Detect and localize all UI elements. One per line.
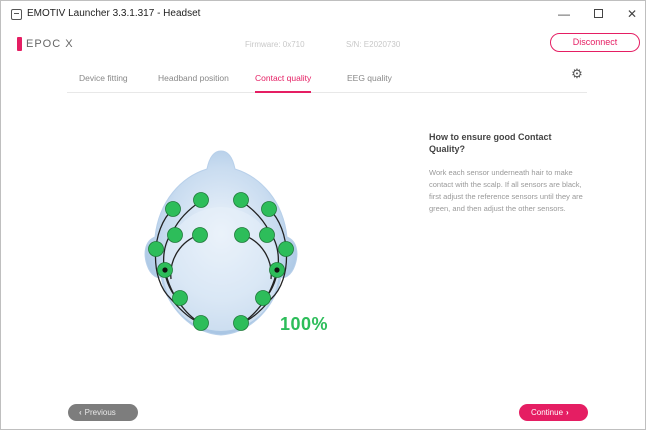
sensor-t7 [148,241,164,257]
sensor-t8 [278,241,294,257]
sensor-o1 [193,315,209,331]
tab-device-fitting[interactable]: Device fitting [79,73,128,93]
app-icon [11,9,22,20]
sensor-af3 [193,192,209,208]
maximize-button[interactable] [587,5,609,23]
minimize-button[interactable]: — [553,5,575,23]
sensor-af4 [233,192,249,208]
close-button[interactable]: ✕ [621,5,643,23]
app-header: EPOC X Firmware: 0x710 S/N: E2020730 Dis… [1,27,645,57]
reference-dot-right [274,267,280,273]
tab-contact-quality[interactable]: Contact quality [255,73,312,93]
disconnect-button[interactable]: Disconnect [550,33,640,52]
previous-button[interactable]: ‹ Previous [68,404,138,421]
maximize-icon [593,9,603,18]
tab-eeg-quality[interactable]: EEG quality [347,73,392,93]
headset-model: EPOC X [26,38,74,50]
window-title: EMOTIV Launcher 3.3.1.317 - Headset [27,8,201,19]
chevron-left-icon: ‹ [79,408,82,417]
sensor-f7 [165,201,181,217]
app-window: EMOTIV Launcher 3.3.1.317 - Headset — ✕ … [0,0,646,430]
brand-logo-icon [17,37,22,51]
contact-quality-percent: 100% [280,314,329,334]
sensor-o2 [233,315,249,331]
serial-number: S/N: E2020730 [346,40,401,49]
sensor-f4 [234,227,250,243]
tab-bar: Device fitting Headband position Contact… [67,63,587,93]
sensor-fc6 [259,227,275,243]
previous-label: Previous [84,408,116,417]
sensor-f3 [192,227,208,243]
continue-button[interactable]: Continue › [519,404,588,421]
chevron-right-icon: › [566,408,569,417]
head-illustration [144,150,298,336]
continue-label: Continue [531,408,564,417]
headset-sensor-map [131,149,311,339]
help-title: How to ensure good Contact Quality? [429,132,552,154]
sensor-p8 [255,290,271,306]
sensor-p7 [172,290,188,306]
title-bar: EMOTIV Launcher 3.3.1.317 - Headset — ✕ [1,1,645,27]
sensor-fc5 [167,227,183,243]
sensor-f8 [261,201,277,217]
reference-dot-left [162,267,168,273]
help-body: Work each sensor underneath hair to make… [429,168,583,213]
tab-headband-position[interactable]: Headband position [158,73,229,93]
firmware-label: Firmware: 0x710 [245,40,305,49]
gear-icon[interactable]: ⚙ [568,65,586,83]
